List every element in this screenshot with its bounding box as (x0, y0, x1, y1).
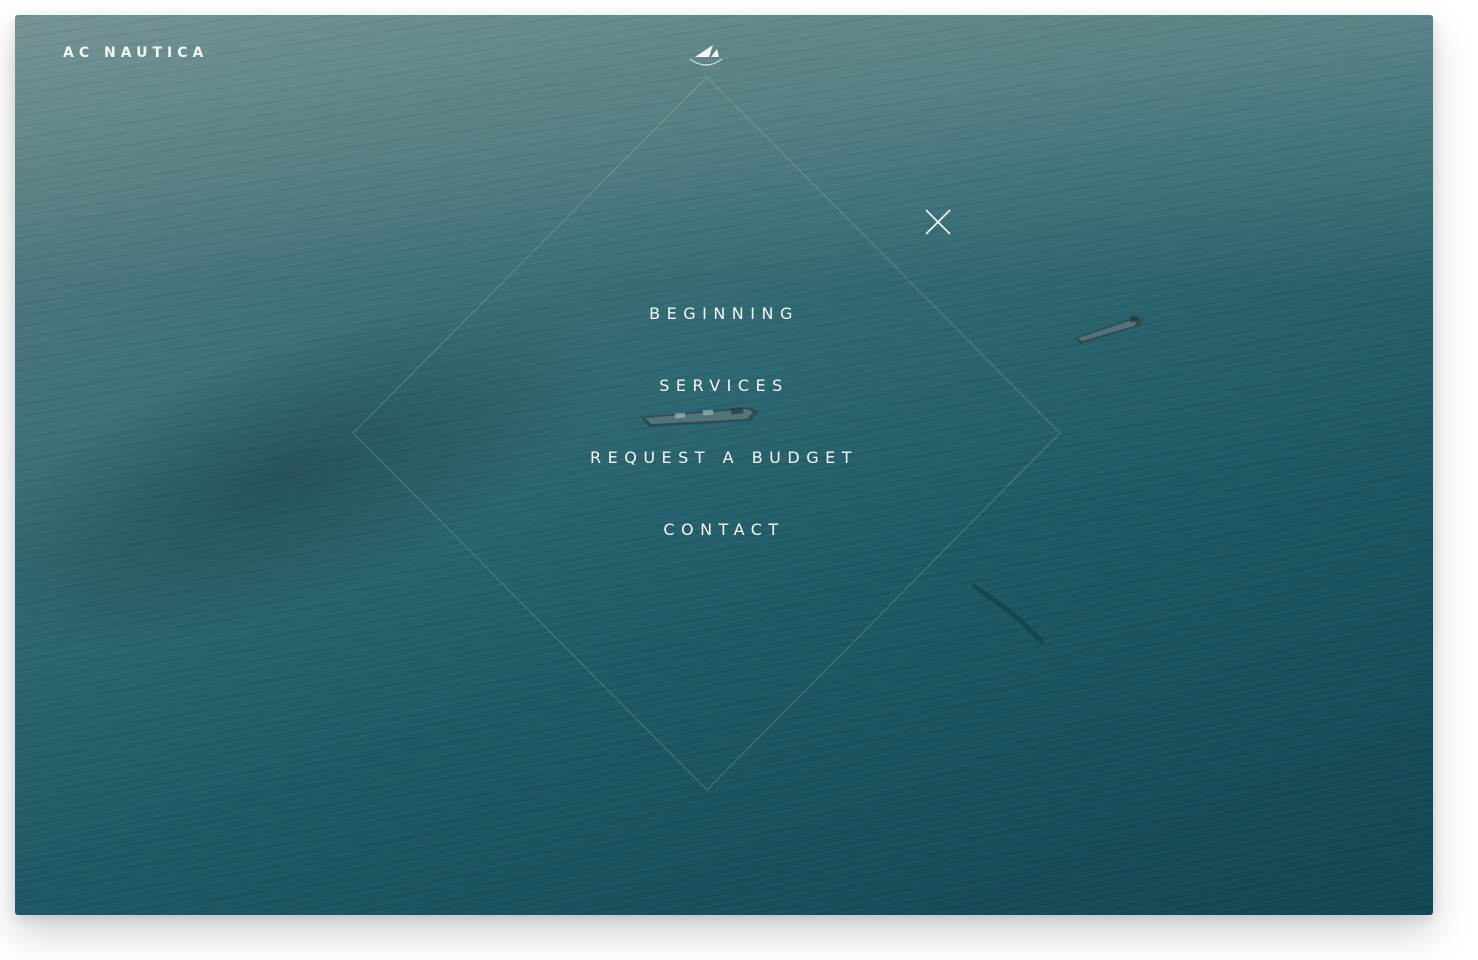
main-menu: BEGINNING SERVICES REQUEST A BUDGET CONT… (15, 300, 1433, 588)
menu-item-beginning[interactable]: BEGINNING (15, 300, 1433, 372)
close-icon[interactable] (923, 207, 953, 237)
reef-shadow (971, 583, 1045, 645)
brand-logo-text[interactable]: AC NAUTICA (63, 45, 208, 61)
menu-item-services[interactable]: SERVICES (15, 372, 1433, 444)
sail-logo-icon[interactable] (687, 37, 725, 73)
menu-item-request-a-budget[interactable]: REQUEST A BUDGET (15, 444, 1433, 516)
site-window: AC NAUTICA BEGINNING SERVICES REQUEST A … (15, 15, 1433, 915)
menu-item-contact[interactable]: CONTACT (15, 516, 1433, 588)
